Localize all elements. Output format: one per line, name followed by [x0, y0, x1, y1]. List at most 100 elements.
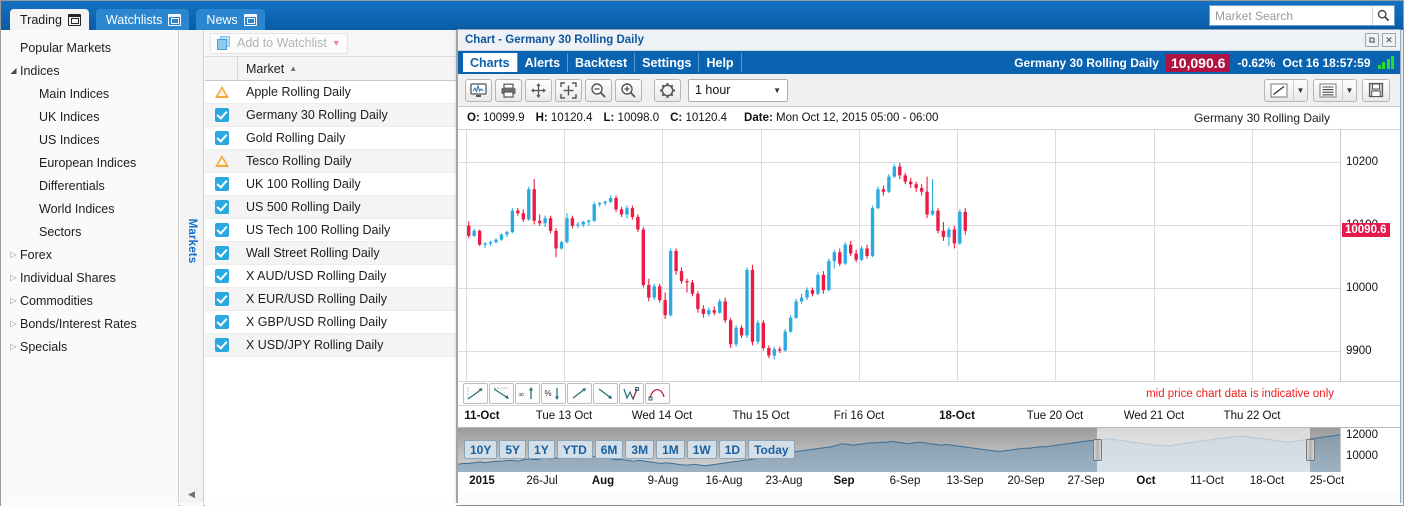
row-status-cell[interactable]: [205, 315, 238, 329]
sidebar-item-commodities[interactable]: ▷ Commodities: [1, 289, 178, 312]
checkbox-checked-icon[interactable]: [214, 177, 229, 191]
range-button-10y[interactable]: 10Y: [464, 440, 498, 459]
checkbox-checked-icon[interactable]: [214, 246, 229, 260]
arrow-down-icon[interactable]: [593, 383, 618, 404]
checkbox-checked-icon[interactable]: [214, 200, 229, 214]
sidebar-item-uk-indices[interactable]: UK Indices: [1, 105, 178, 128]
range-button-today[interactable]: Today: [748, 440, 795, 459]
checkbox-checked-icon[interactable]: [214, 315, 229, 329]
checkbox-checked-icon[interactable]: [214, 131, 229, 145]
table-row[interactable]: Wall Street Rolling Daily: [205, 242, 456, 265]
warning-triangle-icon[interactable]: [214, 86, 229, 98]
row-status-cell[interactable]: [205, 86, 238, 98]
chart-view-icon[interactable]: [465, 78, 492, 102]
close-window-icon[interactable]: ✕: [1382, 33, 1396, 47]
trendline-down-icon[interactable]: [489, 383, 514, 404]
range-button-6m[interactable]: 6M: [594, 440, 624, 459]
sidebar-item-indices[interactable]: ◢ Indices: [1, 59, 178, 82]
fibonacci-up-icon[interactable]: ∞: [515, 383, 540, 404]
row-status-cell[interactable]: [205, 338, 238, 352]
header-market-column[interactable]: Market ▲: [238, 57, 456, 80]
timeframe-select[interactable]: 1 hour ▼: [688, 78, 788, 102]
sidebar-item-popular-markets[interactable]: Popular Markets: [1, 36, 178, 59]
row-status-cell[interactable]: [205, 223, 238, 237]
table-row[interactable]: US 500 Rolling Daily: [205, 196, 456, 219]
range-button-3m[interactable]: 3M: [625, 440, 655, 459]
row-status-cell[interactable]: [205, 177, 238, 191]
nav-tab-trading[interactable]: Trading: [10, 9, 89, 30]
indicators-dropdown[interactable]: ▼: [1313, 78, 1357, 102]
restore-window-icon[interactable]: ⧉: [1365, 33, 1379, 47]
chevron-right-icon[interactable]: ▷: [7, 342, 20, 351]
checkbox-checked-icon[interactable]: [214, 292, 229, 306]
collapse-panel-icon[interactable]: ◀: [188, 489, 195, 500]
percent-down-icon[interactable]: %: [541, 383, 566, 404]
chevron-right-icon[interactable]: ▷: [7, 273, 20, 282]
row-status-cell[interactable]: [205, 269, 238, 283]
add-to-watchlist-button[interactable]: Add to Watchlist ▼: [210, 32, 348, 54]
search-icon[interactable]: [1372, 6, 1394, 25]
range-button-ytd[interactable]: YTD: [556, 440, 593, 459]
range-button-1d[interactable]: 1D: [718, 440, 747, 459]
save-icon[interactable]: [1362, 78, 1390, 102]
chevron-down-icon[interactable]: ◢: [7, 66, 20, 75]
print-icon[interactable]: [495, 78, 522, 102]
chevron-right-icon[interactable]: ▷: [7, 296, 20, 305]
trendline-up-icon[interactable]: [463, 383, 488, 404]
draw-line-dropdown[interactable]: ▼: [1264, 78, 1308, 102]
curve-arc-icon[interactable]: [645, 383, 670, 404]
tab-backtest[interactable]: Backtest: [568, 53, 636, 72]
fit-to-screen-icon[interactable]: [555, 78, 582, 102]
pan-icon[interactable]: [525, 78, 552, 102]
chevron-right-icon[interactable]: ▷: [7, 250, 20, 259]
row-status-cell[interactable]: [205, 131, 238, 145]
sidebar-item-world-indices[interactable]: World Indices: [1, 197, 178, 220]
table-row[interactable]: X EUR/USD Rolling Daily: [205, 288, 456, 311]
chevron-right-icon[interactable]: ▷: [7, 319, 20, 328]
warning-triangle-icon[interactable]: [214, 155, 229, 167]
sidebar-item-european-indices[interactable]: European Indices: [1, 151, 178, 174]
tab-charts[interactable]: Charts: [463, 53, 518, 72]
sidebar-item-main-indices[interactable]: Main Indices: [1, 82, 178, 105]
table-row[interactable]: UK 100 Rolling Daily: [205, 173, 456, 196]
tab-settings[interactable]: Settings: [635, 53, 700, 72]
arrow-up-icon[interactable]: [567, 383, 592, 404]
zoom-out-icon[interactable]: [585, 78, 612, 102]
candlestick-plot[interactable]: [458, 130, 1340, 381]
table-row[interactable]: X AUD/USD Rolling Daily: [205, 265, 456, 288]
range-button-1w[interactable]: 1W: [686, 440, 717, 459]
checkbox-checked-icon[interactable]: [214, 269, 229, 283]
checkbox-checked-icon[interactable]: [214, 223, 229, 237]
row-status-cell[interactable]: [205, 155, 238, 167]
range-button-5y[interactable]: 5Y: [499, 440, 527, 459]
sidebar-item-us-indices[interactable]: US Indices: [1, 128, 178, 151]
table-row[interactable]: Apple Rolling Daily: [205, 81, 456, 104]
table-row[interactable]: Gold Rolling Daily: [205, 127, 456, 150]
nav-tab-watchlists[interactable]: Watchlists: [95, 9, 190, 30]
sidebar-item-differentials[interactable]: Differentials: [1, 174, 178, 197]
table-row[interactable]: Tesco Rolling Daily: [205, 150, 456, 173]
table-row[interactable]: X GBP/USD Rolling Daily: [205, 311, 456, 334]
sidebar-item-specials[interactable]: ▷ Specials: [1, 335, 178, 358]
sidebar-item-sectors[interactable]: Sectors: [1, 220, 178, 243]
sidebar-item-individual-shares[interactable]: ▷ Individual Shares: [1, 266, 178, 289]
row-status-cell[interactable]: [205, 292, 238, 306]
checkbox-checked-icon[interactable]: [214, 338, 229, 352]
row-status-cell[interactable]: [205, 108, 238, 122]
search-input[interactable]: [1210, 7, 1372, 24]
navigator-handle-left[interactable]: [1093, 439, 1102, 461]
markets-side-tab[interactable]: Markets ◀: [180, 30, 204, 506]
gear-icon[interactable]: [654, 78, 681, 102]
sidebar-item-bonds-interest-rates[interactable]: ▷ Bonds/Interest Rates: [1, 312, 178, 335]
navigator-handle-right[interactable]: [1306, 439, 1315, 461]
table-row[interactable]: Germany 30 Rolling Daily: [205, 104, 456, 127]
table-row[interactable]: US Tech 100 Rolling Daily: [205, 219, 456, 242]
row-status-cell[interactable]: [205, 200, 238, 214]
range-button-1y[interactable]: 1Y: [528, 440, 555, 459]
zoom-in-icon[interactable]: [615, 78, 642, 102]
row-status-cell[interactable]: [205, 246, 238, 260]
navigator-selection-window[interactable]: [1097, 428, 1310, 472]
checkbox-checked-icon[interactable]: [214, 108, 229, 122]
range-button-1m[interactable]: 1M: [656, 440, 685, 459]
sidebar-item-forex[interactable]: ▷ Forex: [1, 243, 178, 266]
